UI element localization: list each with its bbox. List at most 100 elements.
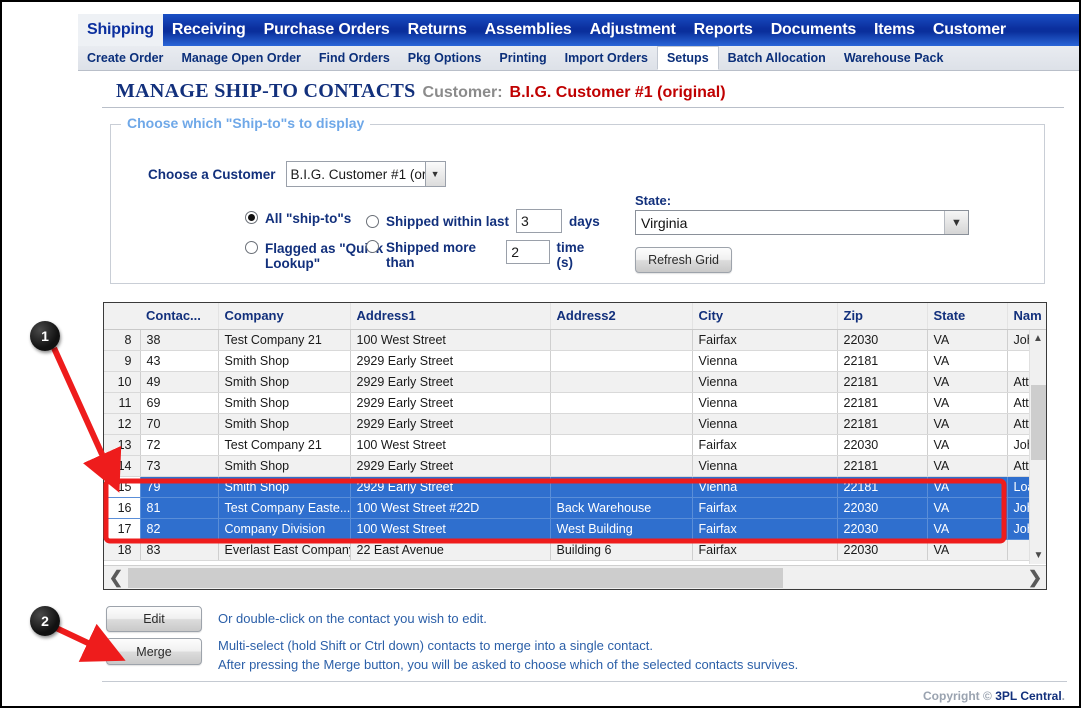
main-tab-shipping[interactable]: Shipping: [78, 14, 163, 46]
shipped-within-days-input[interactable]: 3: [516, 209, 563, 233]
column-header-zip[interactable]: Zip: [837, 303, 928, 330]
sub-tab-create-order[interactable]: Create Order: [78, 46, 172, 70]
horizontal-scroll-thumb[interactable]: [128, 567, 783, 588]
cell-address2: [550, 476, 693, 498]
table-row[interactable]: 12 70 Smith Shop 2929 Early Street Vienna 221…: [104, 413, 1046, 435]
sub-tab-pkg-options[interactable]: Pkg Options: [399, 46, 491, 70]
customer-dropdown[interactable]: B.I.G. Customer #1 (ori ▼: [285, 161, 446, 187]
table-row[interactable]: 10 49 Smith Shop 2929 Early Street Vienna 221…: [104, 371, 1046, 393]
cell-id: 83: [140, 539, 219, 561]
cell-zip: 22181: [837, 350, 928, 372]
cell-company: Smith Shop: [218, 392, 351, 414]
cell-id: 38: [140, 329, 219, 351]
cell-address1: 22 East Avenue: [350, 539, 551, 561]
main-tab-documents[interactable]: Documents: [762, 14, 865, 46]
table-row[interactable]: 9 43 Smith Shop 2929 Early Street Vienna 2218…: [104, 350, 1046, 372]
cell-city: Vienna: [692, 371, 838, 393]
cell-city: Vienna: [692, 476, 838, 498]
brand-name: 3PL Central: [995, 689, 1062, 703]
row-number: 16: [104, 497, 141, 519]
merge-button[interactable]: Merge: [106, 638, 202, 665]
table-row[interactable]: 15 79 Smith Shop 2929 Early Street Vienna 221…: [104, 476, 1046, 498]
main-tab-assemblies[interactable]: Assemblies: [476, 14, 581, 46]
table-row[interactable]: 14 73 Smith Shop 2929 Early Street Vienna 221…: [104, 455, 1046, 477]
cell-state: VA: [927, 539, 1008, 561]
edit-button[interactable]: Edit: [106, 606, 202, 632]
row-number: 8: [104, 329, 141, 351]
copyright-suffix: .: [1061, 689, 1065, 703]
refresh-grid-button[interactable]: Refresh Grid: [635, 247, 732, 273]
row-number: 15: [104, 476, 141, 498]
scroll-up-icon[interactable]: ▲: [1030, 330, 1046, 347]
main-tab-customer[interactable]: Customer: [924, 14, 1015, 46]
sub-tab-warehouse-pack[interactable]: Warehouse Pack: [835, 46, 953, 70]
cell-city: Vienna: [692, 392, 838, 414]
shipped-within-unit: days: [569, 213, 600, 229]
main-navigation-bar: Shipping Receiving Purchase Orders Returns A…: [78, 14, 1079, 46]
radio-shipped-within[interactable]: Shipped within last 3 days: [366, 209, 600, 233]
cell-address2: [550, 350, 693, 372]
cell-state: VA: [927, 497, 1008, 519]
table-row[interactable]: 8 38 Test Company 21 100 West Street Fairfax…: [104, 329, 1046, 351]
cell-address1: 2929 Early Street: [350, 371, 551, 393]
table-row[interactable]: 11 69 Smith Shop 2929 Early Street Vienna 221…: [104, 392, 1046, 414]
cell-id: 82: [140, 518, 219, 540]
cell-company: Test Company 21: [218, 434, 351, 456]
sub-tab-setups[interactable]: Setups: [656, 46, 719, 70]
main-tab-reports[interactable]: Reports: [685, 14, 762, 46]
merge-hint-line-2: After pressing the Merge button, you wil…: [218, 657, 799, 672]
column-header-company[interactable]: Company: [218, 303, 351, 330]
cell-company: Smith Shop: [218, 371, 351, 393]
sub-tab-batch-allocation[interactable]: Batch Allocation: [719, 46, 835, 70]
state-dropdown[interactable]: Virginia ▼: [635, 210, 969, 235]
column-header-contac-[interactable]: Contac...: [140, 303, 219, 330]
column-header-nam[interactable]: Nam: [1007, 303, 1046, 330]
table-row[interactable]: 18 83 Everlast East Company 22 East Avenue B…: [104, 539, 1046, 561]
cell-address2: [550, 371, 693, 393]
sub-tab-import-orders[interactable]: Import Orders: [556, 46, 657, 70]
row-number: 9: [104, 350, 141, 372]
merge-hint-line-1: Multi-select (hold Shift or Ctrl down) c…: [218, 638, 653, 653]
cell-zip: 22030: [837, 329, 928, 351]
page-title: MANAGE SHIP-TO CONTACTS: [116, 80, 416, 102]
radio-shipped-more-than[interactable]: Shipped more than 2 time (s): [366, 240, 601, 270]
main-tab-items[interactable]: Items: [865, 14, 924, 46]
main-tab-purchase-orders[interactable]: Purchase Orders: [255, 14, 399, 46]
customer-label: Customer:: [422, 84, 503, 101]
radio-shipped-more-label: Shipped more than: [386, 240, 477, 270]
column-header-rownum[interactable]: [104, 303, 140, 330]
cell-state: VA: [927, 371, 1008, 393]
column-header-address2[interactable]: Address2: [550, 303, 693, 330]
cell-zip: 22030: [837, 518, 928, 540]
cell-state: VA: [927, 329, 1008, 351]
shipped-more-times-input[interactable]: 2: [506, 240, 550, 264]
main-tab-returns[interactable]: Returns: [399, 14, 476, 46]
scroll-left-icon[interactable]: ❮: [104, 568, 128, 588]
sub-tab-find-orders[interactable]: Find Orders: [310, 46, 399, 70]
vertical-scroll-thumb[interactable]: [1031, 385, 1046, 460]
cell-city: Fairfax: [692, 329, 838, 351]
scroll-down-icon[interactable]: ▼: [1030, 547, 1046, 564]
merge-hint-text: Multi-select (hold Shift or Ctrl down) c…: [218, 636, 798, 674]
column-header-city[interactable]: City: [692, 303, 838, 330]
main-tab-adjustment[interactable]: Adjustment: [581, 14, 685, 46]
cell-id: 70: [140, 413, 219, 435]
table-row[interactable]: 17 82 Company Division 100 West Street West …: [104, 518, 1046, 540]
table-row[interactable]: 16 81 Test Company Easte... 100 West Street…: [104, 497, 1046, 519]
cell-zip: 22181: [837, 476, 928, 498]
main-tab-receiving[interactable]: Receiving: [163, 14, 255, 46]
grid-horizontal-scrollbar[interactable]: ❮ ❯: [104, 565, 1046, 589]
horizontal-scroll-track[interactable]: [128, 567, 1023, 589]
column-header-address1[interactable]: Address1: [350, 303, 551, 330]
radio-all-shipto[interactable]: All "ship-to"s: [245, 211, 351, 226]
row-number: 11: [104, 392, 141, 414]
cell-address2: [550, 392, 693, 414]
sub-tab-manage-open-order[interactable]: Manage Open Order: [172, 46, 309, 70]
scroll-right-icon[interactable]: ❯: [1023, 568, 1046, 588]
table-row[interactable]: 13 72 Test Company 21 100 West Street Fairfa…: [104, 434, 1046, 456]
cell-zip: 22181: [837, 392, 928, 414]
column-header-state[interactable]: State: [927, 303, 1008, 330]
edit-hint-text: Or double-click on the contact you wish …: [218, 611, 487, 626]
sub-tab-printing[interactable]: Printing: [490, 46, 555, 70]
grid-vertical-scrollbar[interactable]: ▲ ▼: [1029, 330, 1046, 564]
